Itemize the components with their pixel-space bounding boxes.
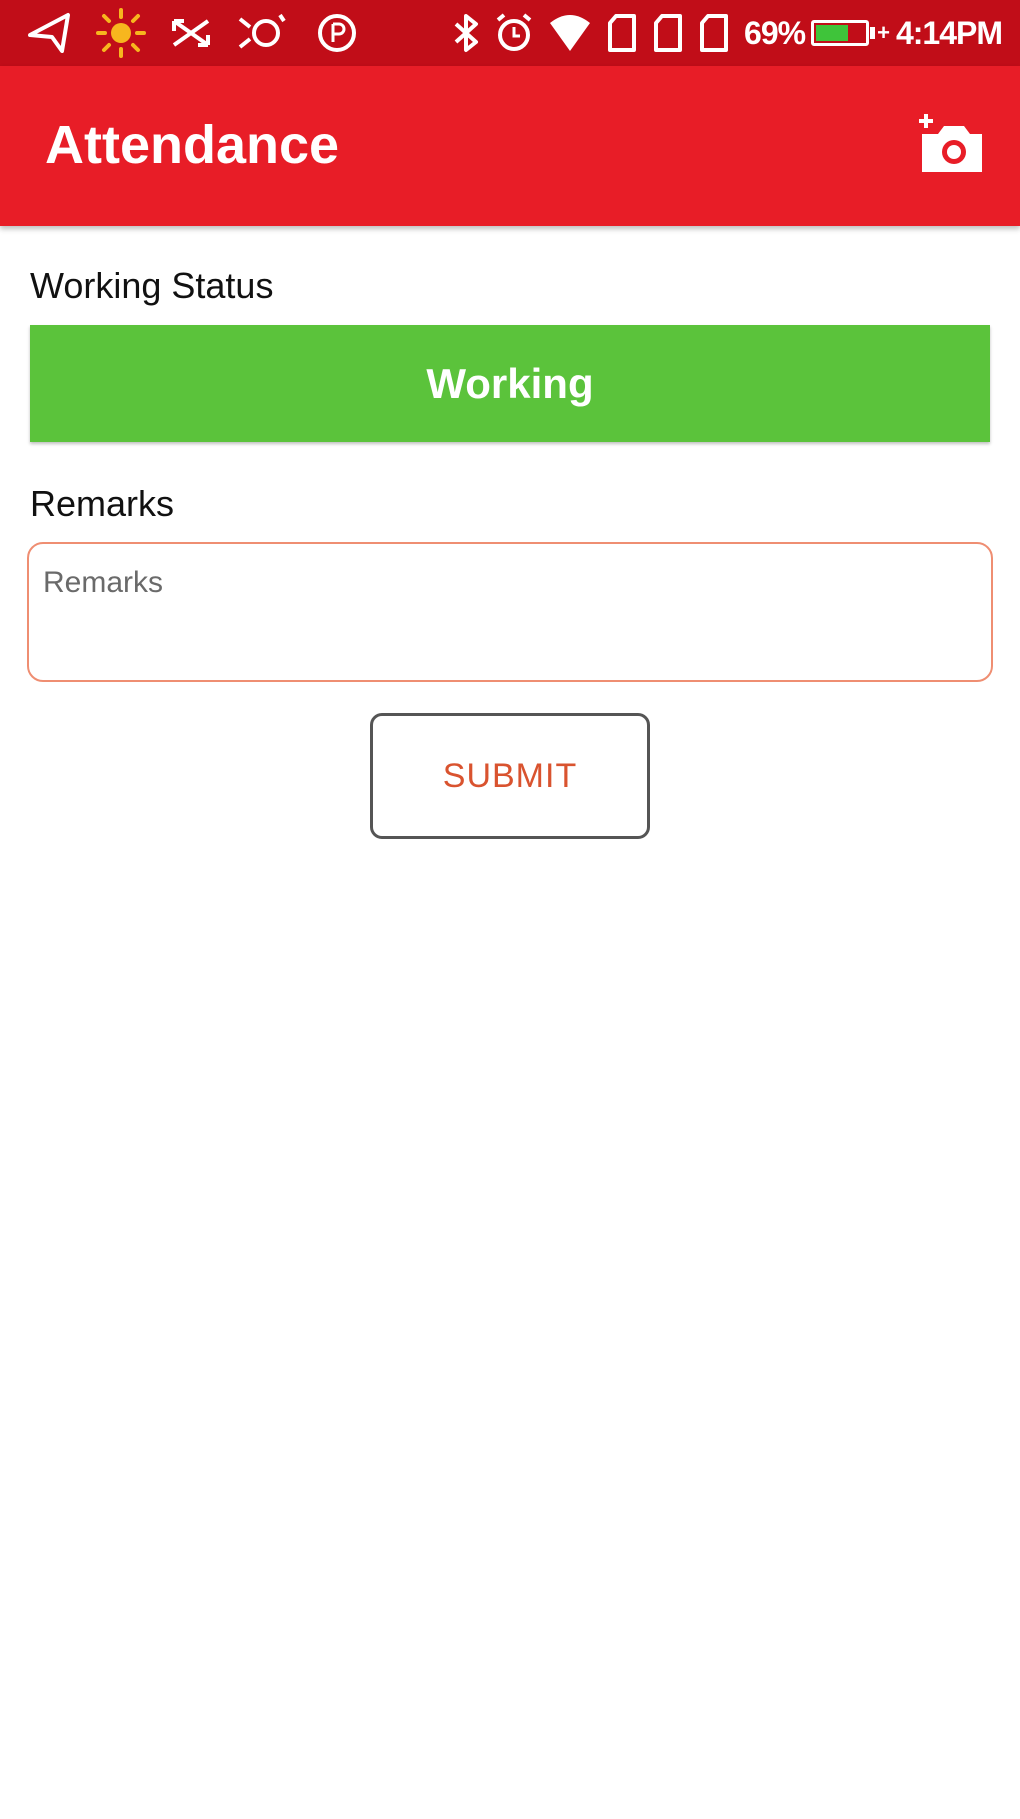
sim-card-icon [606, 13, 638, 53]
alarm-icon [494, 12, 534, 54]
status-icons-right: 69% + 4:14PM [438, 12, 1003, 54]
sun-icon [96, 8, 146, 58]
working-status-button[interactable]: Working [30, 325, 990, 442]
wifi-icon [548, 13, 592, 53]
cross-arrows-icon [170, 13, 212, 53]
submit-button[interactable]: SUBMIT [370, 713, 650, 839]
battery-icon: + [811, 20, 896, 46]
status-time: 4:14PM [895, 14, 1003, 51]
working-status-label: Working Status [30, 265, 274, 306]
sd-card-icon [698, 13, 730, 53]
sim-card-icon [652, 13, 684, 53]
circle-icon [316, 12, 358, 54]
page-title: Attendance [45, 115, 340, 175]
app-bar: Attendance [0, 66, 1020, 226]
navigation-icon [26, 11, 72, 55]
status-bar: 69% + 4:14PM [0, 0, 1020, 66]
remarks-label: Remarks [30, 483, 175, 524]
smart-icon [236, 11, 292, 55]
add-camera-button[interactable] [916, 112, 988, 178]
status-icons-left [26, 8, 382, 58]
battery-level-fill [816, 25, 848, 41]
battery-percent: 69% [744, 14, 806, 51]
bluetooth-icon [452, 12, 480, 54]
add-camera-icon [919, 114, 982, 172]
remarks-input[interactable] [27, 542, 993, 682]
